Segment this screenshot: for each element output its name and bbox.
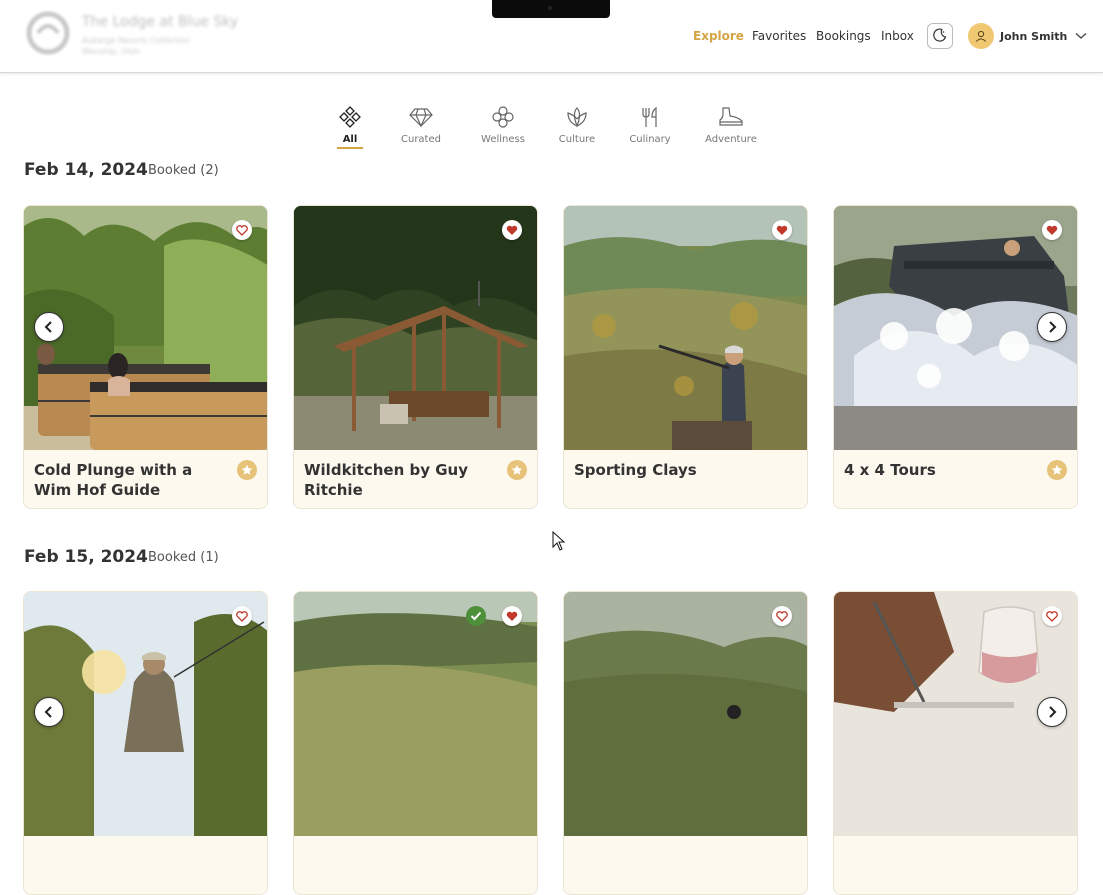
favorite-button[interactable] bbox=[502, 220, 522, 240]
favorite-button[interactable] bbox=[772, 606, 792, 626]
activity-card[interactable] bbox=[293, 591, 538, 895]
card-image bbox=[294, 592, 537, 836]
tab-all[interactable]: All bbox=[337, 104, 363, 149]
category-tabs: All Curated Wellness Culture Culinary Ad… bbox=[0, 104, 1103, 154]
favorite-button[interactable] bbox=[232, 220, 252, 240]
curated-star-icon bbox=[1047, 460, 1067, 480]
tab-label: All bbox=[342, 134, 358, 145]
curated-star-icon bbox=[507, 460, 527, 480]
moon-icon bbox=[933, 27, 947, 46]
favorite-button[interactable] bbox=[1042, 220, 1062, 240]
heart-outline-icon bbox=[776, 610, 788, 622]
day-date: Feb 14, 2024 bbox=[24, 160, 148, 180]
heart-filled-icon bbox=[506, 225, 518, 235]
chevron-right-icon bbox=[1049, 706, 1057, 718]
brand-logo[interactable] bbox=[24, 11, 72, 55]
heart-filled-icon bbox=[776, 225, 788, 235]
avatar bbox=[968, 23, 994, 49]
heart-filled-icon bbox=[1046, 225, 1058, 235]
favorite-button[interactable] bbox=[502, 606, 522, 626]
chevron-right-icon bbox=[1049, 321, 1057, 333]
brand-text: The Lodge at Blue Sky Auberge Resorts Co… bbox=[82, 14, 238, 57]
tab-curated[interactable]: Curated bbox=[400, 104, 442, 145]
activity-card[interactable]: Cold Plunge with a Wim Hof Guide bbox=[23, 205, 268, 509]
tab-adventure[interactable]: Adventure bbox=[705, 104, 757, 145]
card-image bbox=[564, 592, 807, 836]
carousel-next-button[interactable] bbox=[1037, 697, 1067, 727]
heart-outline-icon bbox=[236, 224, 248, 236]
card-title: 4 x 4 Tours bbox=[844, 461, 936, 479]
lotus-icon bbox=[558, 104, 596, 130]
wellness-flower-icon bbox=[481, 104, 525, 130]
card-image bbox=[564, 206, 807, 450]
carousel-prev-button[interactable] bbox=[34, 312, 64, 342]
camera-notch bbox=[492, 0, 610, 18]
fork-knife-icon bbox=[629, 104, 671, 130]
chevron-left-icon bbox=[44, 321, 52, 333]
tab-label: Adventure bbox=[705, 134, 757, 145]
heart-filled-icon bbox=[506, 611, 518, 621]
nav-explore[interactable]: Explore bbox=[693, 29, 744, 43]
chevron-left-icon bbox=[44, 706, 52, 718]
tab-culinary[interactable]: Culinary bbox=[629, 104, 671, 145]
booked-count: Booked (2) bbox=[148, 163, 219, 178]
card-title: Cold Plunge with a Wim Hof Guide bbox=[34, 461, 193, 499]
card-title: Wildkitchen by Guy Ritchie bbox=[304, 461, 469, 499]
user-name: John Smith bbox=[1000, 29, 1068, 43]
diamond-grid-icon bbox=[337, 104, 363, 130]
activity-card[interactable] bbox=[563, 591, 808, 895]
top-header: The Lodge at Blue Sky Auberge Resorts Co… bbox=[0, 0, 1103, 73]
brand-location: Wanship, Utah bbox=[82, 47, 140, 56]
brand-name: The Lodge at Blue Sky bbox=[82, 14, 239, 30]
heart-outline-icon bbox=[1046, 610, 1058, 622]
active-underline bbox=[337, 147, 363, 149]
carousel-next-button[interactable] bbox=[1037, 312, 1067, 342]
theme-toggle-button[interactable] bbox=[927, 23, 953, 49]
boot-icon bbox=[705, 104, 757, 130]
tab-label: Curated bbox=[401, 134, 441, 145]
carousel-prev-button[interactable] bbox=[34, 697, 64, 727]
booked-count: Booked (1) bbox=[148, 550, 219, 565]
tab-label: Wellness bbox=[481, 134, 525, 145]
booked-check-icon bbox=[466, 606, 486, 626]
card-title: Sporting Clays bbox=[574, 461, 697, 479]
activity-card[interactable] bbox=[23, 591, 268, 895]
nav-favorites[interactable]: Favorites bbox=[752, 29, 806, 43]
user-menu[interactable]: John Smith bbox=[968, 23, 1087, 49]
activity-card[interactable] bbox=[833, 591, 1078, 895]
card-image bbox=[294, 206, 537, 450]
tab-label: Culture bbox=[558, 134, 596, 145]
activity-card[interactable]: Sporting Clays bbox=[563, 205, 808, 509]
nav-inbox[interactable]: Inbox bbox=[881, 29, 914, 43]
heart-outline-icon bbox=[236, 610, 248, 622]
tab-wellness[interactable]: Wellness bbox=[481, 104, 525, 145]
activity-card[interactable]: 4 x 4 Tours bbox=[833, 205, 1078, 509]
brand-subtitle: Auberge Resorts Collection bbox=[82, 36, 191, 45]
gem-icon bbox=[400, 104, 442, 130]
chevron-down-icon bbox=[1075, 32, 1087, 40]
mouse-cursor bbox=[552, 530, 566, 555]
favorite-button[interactable] bbox=[232, 606, 252, 626]
activity-card[interactable]: Wildkitchen by Guy Ritchie bbox=[293, 205, 538, 509]
tab-label: Culinary bbox=[629, 134, 671, 145]
favorite-button[interactable] bbox=[1042, 606, 1062, 626]
user-icon bbox=[975, 30, 987, 42]
nav-bookings[interactable]: Bookings bbox=[816, 29, 871, 43]
tab-culture[interactable]: Culture bbox=[558, 104, 596, 145]
favorite-button[interactable] bbox=[772, 220, 792, 240]
day-date: Feb 15, 2024 bbox=[24, 547, 148, 567]
curated-star-icon bbox=[237, 460, 257, 480]
